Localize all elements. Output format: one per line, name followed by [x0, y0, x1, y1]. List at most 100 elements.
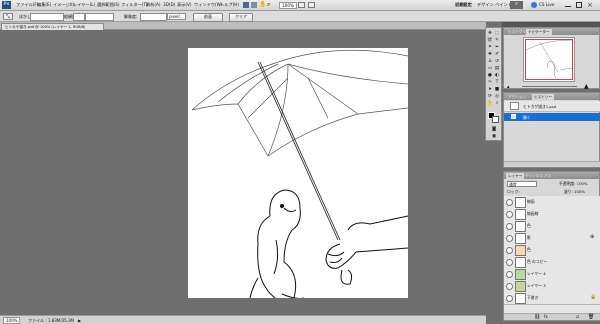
screen-mode-icon[interactable]: [308, 2, 315, 8]
panel-dock-divider[interactable]: [502, 22, 600, 27]
screen-mode-tool-icon[interactable]: ▣: [491, 134, 497, 140]
brush-icon[interactable]: ✐: [494, 52, 500, 58]
document-canvas[interactable]: [188, 48, 409, 307]
zoom-menu-icon[interactable]: ⌕: [267, 1, 270, 9]
menu-edit[interactable]: 編集(E): [37, 2, 51, 8]
eye-icon[interactable]: [506, 199, 513, 206]
workspace-design[interactable]: デザイン: [477, 2, 494, 8]
mini-bridge-icon[interactable]: [251, 2, 257, 8]
blend-mode-select[interactable]: 通常: [507, 181, 537, 187]
front-image-button[interactable]: 前面: [193, 13, 223, 22]
close-icon[interactable]: ×: [587, 1, 593, 9]
menu-3d[interactable]: 3D(D): [163, 2, 175, 7]
eraser-icon[interactable]: ▭: [487, 66, 493, 72]
opacity-field[interactable]: 不透明度: 100%: [559, 181, 588, 187]
minimize-icon[interactable]: [565, 3, 571, 7]
tab-navigator[interactable]: ナビゲーター: [526, 29, 552, 35]
history-brush-icon[interactable]: ↺: [494, 59, 500, 65]
pen-icon[interactable]: ✑: [487, 80, 493, 86]
marquee-icon[interactable]: ⬚: [494, 31, 500, 37]
navigator-preview[interactable]: [523, 37, 575, 82]
hand-menu-icon[interactable]: ✋: [259, 1, 266, 9]
clear-button[interactable]: クリア: [229, 13, 253, 22]
ratio-input-2[interactable]: [85, 13, 114, 21]
type-icon[interactable]: T: [494, 80, 500, 86]
menu-help[interactable]: ヘルプ(H): [220, 2, 239, 8]
layer-thumbnail: [515, 221, 526, 232]
dodge-icon[interactable]: ◐: [494, 73, 500, 79]
navigator-zoom-slider[interactable]: [522, 86, 577, 87]
unit-select[interactable]: pixel/...: [167, 13, 186, 20]
fx-icon[interactable]: fx: [544, 314, 548, 319]
history-snapshot[interactable]: ヒトカゲ描き1.psd: [504, 101, 600, 112]
layer-name: 下書き: [527, 295, 539, 300]
menu-select[interactable]: 選択範囲(S): [97, 2, 120, 8]
menu-file[interactable]: ファイル(F): [16, 2, 38, 8]
menu-analysis[interactable]: 解析(A): [146, 2, 161, 8]
tool-preset-icon[interactable]: ⤡: [3, 13, 13, 20]
navigator-zoom-out-icon[interactable]: ▴: [507, 84, 510, 90]
background-color-swatch[interactable]: [492, 116, 499, 123]
eye-icon[interactable]: [506, 211, 513, 218]
history-item-selected[interactable]: 開く: [504, 113, 600, 121]
lock-label: ロック:: [507, 189, 520, 194]
layer-name: 線画線: [527, 211, 539, 216]
quick-mask-icon[interactable]: ◙: [491, 127, 497, 133]
layers-footer: ⛓ fx ▫ 🗑: [504, 313, 600, 320]
eye-icon[interactable]: [506, 271, 513, 278]
lasso-icon[interactable]: ➰: [487, 38, 493, 44]
healing-icon[interactable]: ✚: [487, 52, 493, 58]
history-footer: [504, 161, 600, 167]
tab-paths[interactable]: パス: [542, 173, 553, 179]
zoom-level-select[interactable]: 100%: [279, 2, 297, 9]
eye-icon[interactable]: [506, 295, 513, 302]
eye-icon[interactable]: [506, 283, 513, 290]
eye-icon[interactable]: [506, 259, 513, 266]
tab-actions[interactable]: アクション: [506, 94, 528, 100]
navigator-zoom-in-icon[interactable]: ▲: [584, 83, 589, 90]
canvas-area[interactable]: [0, 30, 486, 315]
3d-camera-icon[interactable]: ◎: [494, 94, 500, 100]
menu-window[interactable]: ウィンドウ(W): [194, 2, 222, 8]
stamp-icon[interactable]: ⚓: [487, 59, 493, 65]
cs-live-label[interactable]: CS Live: [539, 2, 554, 7]
layer-thumbnail: [515, 233, 526, 244]
tab-history[interactable]: ヒストリー: [532, 94, 554, 100]
link-layers-icon[interactable]: ⛓: [534, 314, 540, 320]
cs-live-icon[interactable]: [531, 2, 537, 8]
status-zoom[interactable]: 100%: [3, 317, 21, 324]
layer-row[interactable]: 下書き 🔒: [504, 292, 600, 305]
resolution-input[interactable]: [140, 13, 167, 21]
zoom-icon[interactable]: ⌕: [494, 101, 500, 107]
trash-icon[interactable]: 🗑: [588, 314, 594, 320]
workspace-more-button[interactable]: »: [510, 1, 523, 9]
workspace-essentials[interactable]: 初期設定: [455, 2, 472, 8]
status-arrow-icon[interactable]: ▶: [78, 318, 81, 323]
shape-icon[interactable]: ■: [494, 87, 500, 93]
ratio-input[interactable]: [73, 13, 85, 21]
menu-view[interactable]: 表示(V): [177, 2, 192, 8]
menu-layer[interactable]: レイヤー(L): [73, 2, 95, 8]
move-icon[interactable]: ✥: [487, 31, 493, 37]
bridge-icon[interactable]: [243, 2, 249, 8]
eye-icon[interactable]: [506, 223, 513, 230]
quick-select-icon[interactable]: ✎: [494, 38, 500, 44]
photoshop-logo-icon[interactable]: Ps: [2, 1, 11, 9]
menu-image[interactable]: イメージ(I): [53, 2, 74, 8]
blur-icon[interactable]: ●: [487, 73, 493, 79]
arrange-docs-icon[interactable]: [298, 2, 305, 8]
gradient-icon[interactable]: ▤: [494, 66, 500, 72]
new-layer-icon[interactable]: ▫: [576, 314, 579, 320]
eye-icon[interactable]: [506, 247, 513, 254]
menu-filter[interactable]: フィルター(T): [121, 2, 148, 8]
hand-icon[interactable]: ✋: [487, 101, 493, 107]
3d-rotate-icon[interactable]: ⟳: [487, 94, 493, 100]
eye-icon[interactable]: [506, 235, 513, 242]
eyedropper-icon[interactable]: ✒: [494, 45, 500, 51]
tab-layers[interactable]: レイヤー: [506, 173, 525, 179]
feather-input[interactable]: [30, 13, 64, 21]
fill-field[interactable]: 塗り: 100%: [564, 189, 585, 195]
crop-icon[interactable]: ⌗: [487, 45, 493, 51]
path-select-icon[interactable]: ➤: [487, 87, 493, 93]
maximize-icon[interactable]: [576, 2, 582, 8]
